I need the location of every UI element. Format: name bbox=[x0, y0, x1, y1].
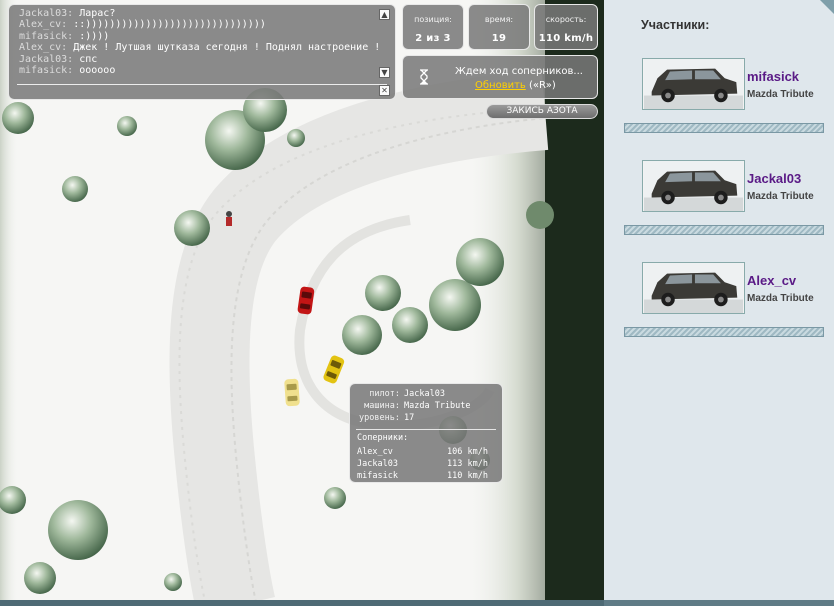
chat-scroll-down-button[interactable]: ▼ bbox=[379, 67, 390, 78]
corner-fold bbox=[820, 0, 834, 14]
participant-progress-bar bbox=[624, 225, 824, 235]
chat-line: Alex_cv: ::)))))))))))))))))))))))))))))… bbox=[19, 19, 266, 31]
chat-divider bbox=[17, 84, 387, 85]
triangle-up-icon: ▲ bbox=[381, 10, 388, 19]
info-divider bbox=[356, 429, 496, 430]
participants-sidebar: Участники: mifasick Mazda Tribute Jackal… bbox=[604, 0, 834, 606]
chat-line: mifasick: oooooo bbox=[19, 65, 116, 77]
hourglass-icon bbox=[420, 69, 428, 85]
chat-panel: Jackal03: Ларас? Alex_cv: ::))))))))))))… bbox=[8, 4, 396, 100]
participant-card: Alex_cv Mazda Tribute bbox=[604, 262, 834, 346]
waiting-panel: Ждем ход соперников... Обновить («R») bbox=[402, 55, 598, 99]
waiting-text: Ждем ход соперников... bbox=[455, 66, 583, 77]
car-row: машина: Mazda Tribute bbox=[364, 401, 471, 411]
participant-progress-bar bbox=[624, 327, 824, 337]
level-row: уровень: 17 bbox=[359, 413, 415, 423]
participant-name[interactable]: Jackal03 bbox=[747, 171, 801, 186]
refresh-link[interactable]: Обновить bbox=[475, 80, 526, 91]
participants-title: Участники: bbox=[641, 18, 710, 32]
speed-stat: скорость: 110 km/h bbox=[534, 4, 598, 50]
chat-line: Jackal03: Ларас? bbox=[19, 8, 116, 19]
triangle-down-icon: ▼ bbox=[381, 68, 388, 77]
participant-car: Mazda Tribute bbox=[747, 293, 814, 304]
participant-card: mifasick Mazda Tribute bbox=[604, 58, 834, 142]
participant-card: Jackal03 Mazda Tribute bbox=[604, 160, 834, 244]
close-x-icon: ✕ bbox=[381, 86, 388, 95]
rivals-heading: Соперники: bbox=[357, 433, 409, 443]
pilot-row: пилот: Jackal03 bbox=[369, 389, 445, 399]
game-area[interactable]: Jackal03: Ларас? Alex_cv: ::))))))))))))… bbox=[0, 0, 604, 606]
pilot-info-panel: пилот: Jackal03 машина: Mazda Tribute уров… bbox=[349, 383, 503, 483]
participant-car: Mazda Tribute bbox=[747, 191, 814, 202]
refresh-row: Обновить («R») bbox=[475, 80, 556, 91]
car-thumbnail[interactable] bbox=[642, 160, 745, 212]
refresh-hotkey-hint: («R») bbox=[529, 80, 556, 91]
participant-progress-bar bbox=[624, 123, 824, 133]
participant-name[interactable]: mifasick bbox=[747, 69, 799, 84]
chat-scroll-up-button[interactable]: ▲ bbox=[379, 9, 390, 20]
participant-name[interactable]: Alex_cv bbox=[747, 273, 796, 288]
car-yellow-ghost[interactable] bbox=[284, 378, 300, 407]
participant-car: Mazda Tribute bbox=[747, 89, 814, 100]
sidebar-bottom-bar bbox=[604, 600, 834, 606]
chat-line: mifasick: :)))) bbox=[19, 30, 110, 42]
chat-line: Alex_cv: Джек ! Лутшая шутказа сегодня !… bbox=[19, 42, 379, 54]
chat-close-button[interactable]: ✕ bbox=[379, 85, 390, 96]
chat-line: Jackal03: спс bbox=[19, 53, 98, 65]
spectator-figure bbox=[226, 211, 232, 226]
time-stat: время: 19 bbox=[468, 4, 530, 50]
position-stat: позиция: 2 из 3 bbox=[402, 4, 464, 50]
chat-log: Jackal03: Ларас? Alex_cv: ::))))))))))))… bbox=[19, 8, 379, 76]
car-thumbnail[interactable] bbox=[642, 262, 745, 314]
game-bottom-bar bbox=[0, 600, 604, 606]
nitro-button[interactable]: ЗАКИСЬ АЗОТА bbox=[486, 104, 598, 119]
car-thumbnail[interactable] bbox=[642, 58, 745, 110]
